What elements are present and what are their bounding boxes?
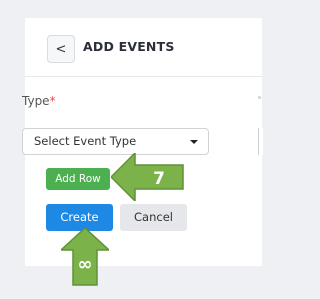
adjacent-field-marker [258,96,261,99]
left-arrow-shape [111,153,184,201]
type-label: Type* [22,94,56,108]
page-title: ADD EVENTS [83,39,175,54]
create-button[interactable]: Create [46,204,113,231]
caret-down-icon [190,140,198,144]
event-type-select[interactable]: Select Event Type [22,128,209,155]
adjacent-field-edge [258,128,263,155]
add-row-button[interactable]: Add Row [46,168,110,190]
event-type-select-value: Select Event Type [34,134,137,148]
card-header: < ADD EVENTS [25,18,262,77]
left-arrow-label: 7 [153,169,165,189]
back-button[interactable]: < [47,35,75,63]
type-label-text: Type [22,94,50,108]
left-arrow-annotation: 7 [111,153,184,201]
up-arrow-label: ∞ [78,254,93,275]
required-marker: * [49,94,56,108]
cancel-button[interactable]: Cancel [120,204,187,231]
chevron-left-icon: < [55,41,67,57]
up-arrow-annotation: ∞ [61,228,109,286]
